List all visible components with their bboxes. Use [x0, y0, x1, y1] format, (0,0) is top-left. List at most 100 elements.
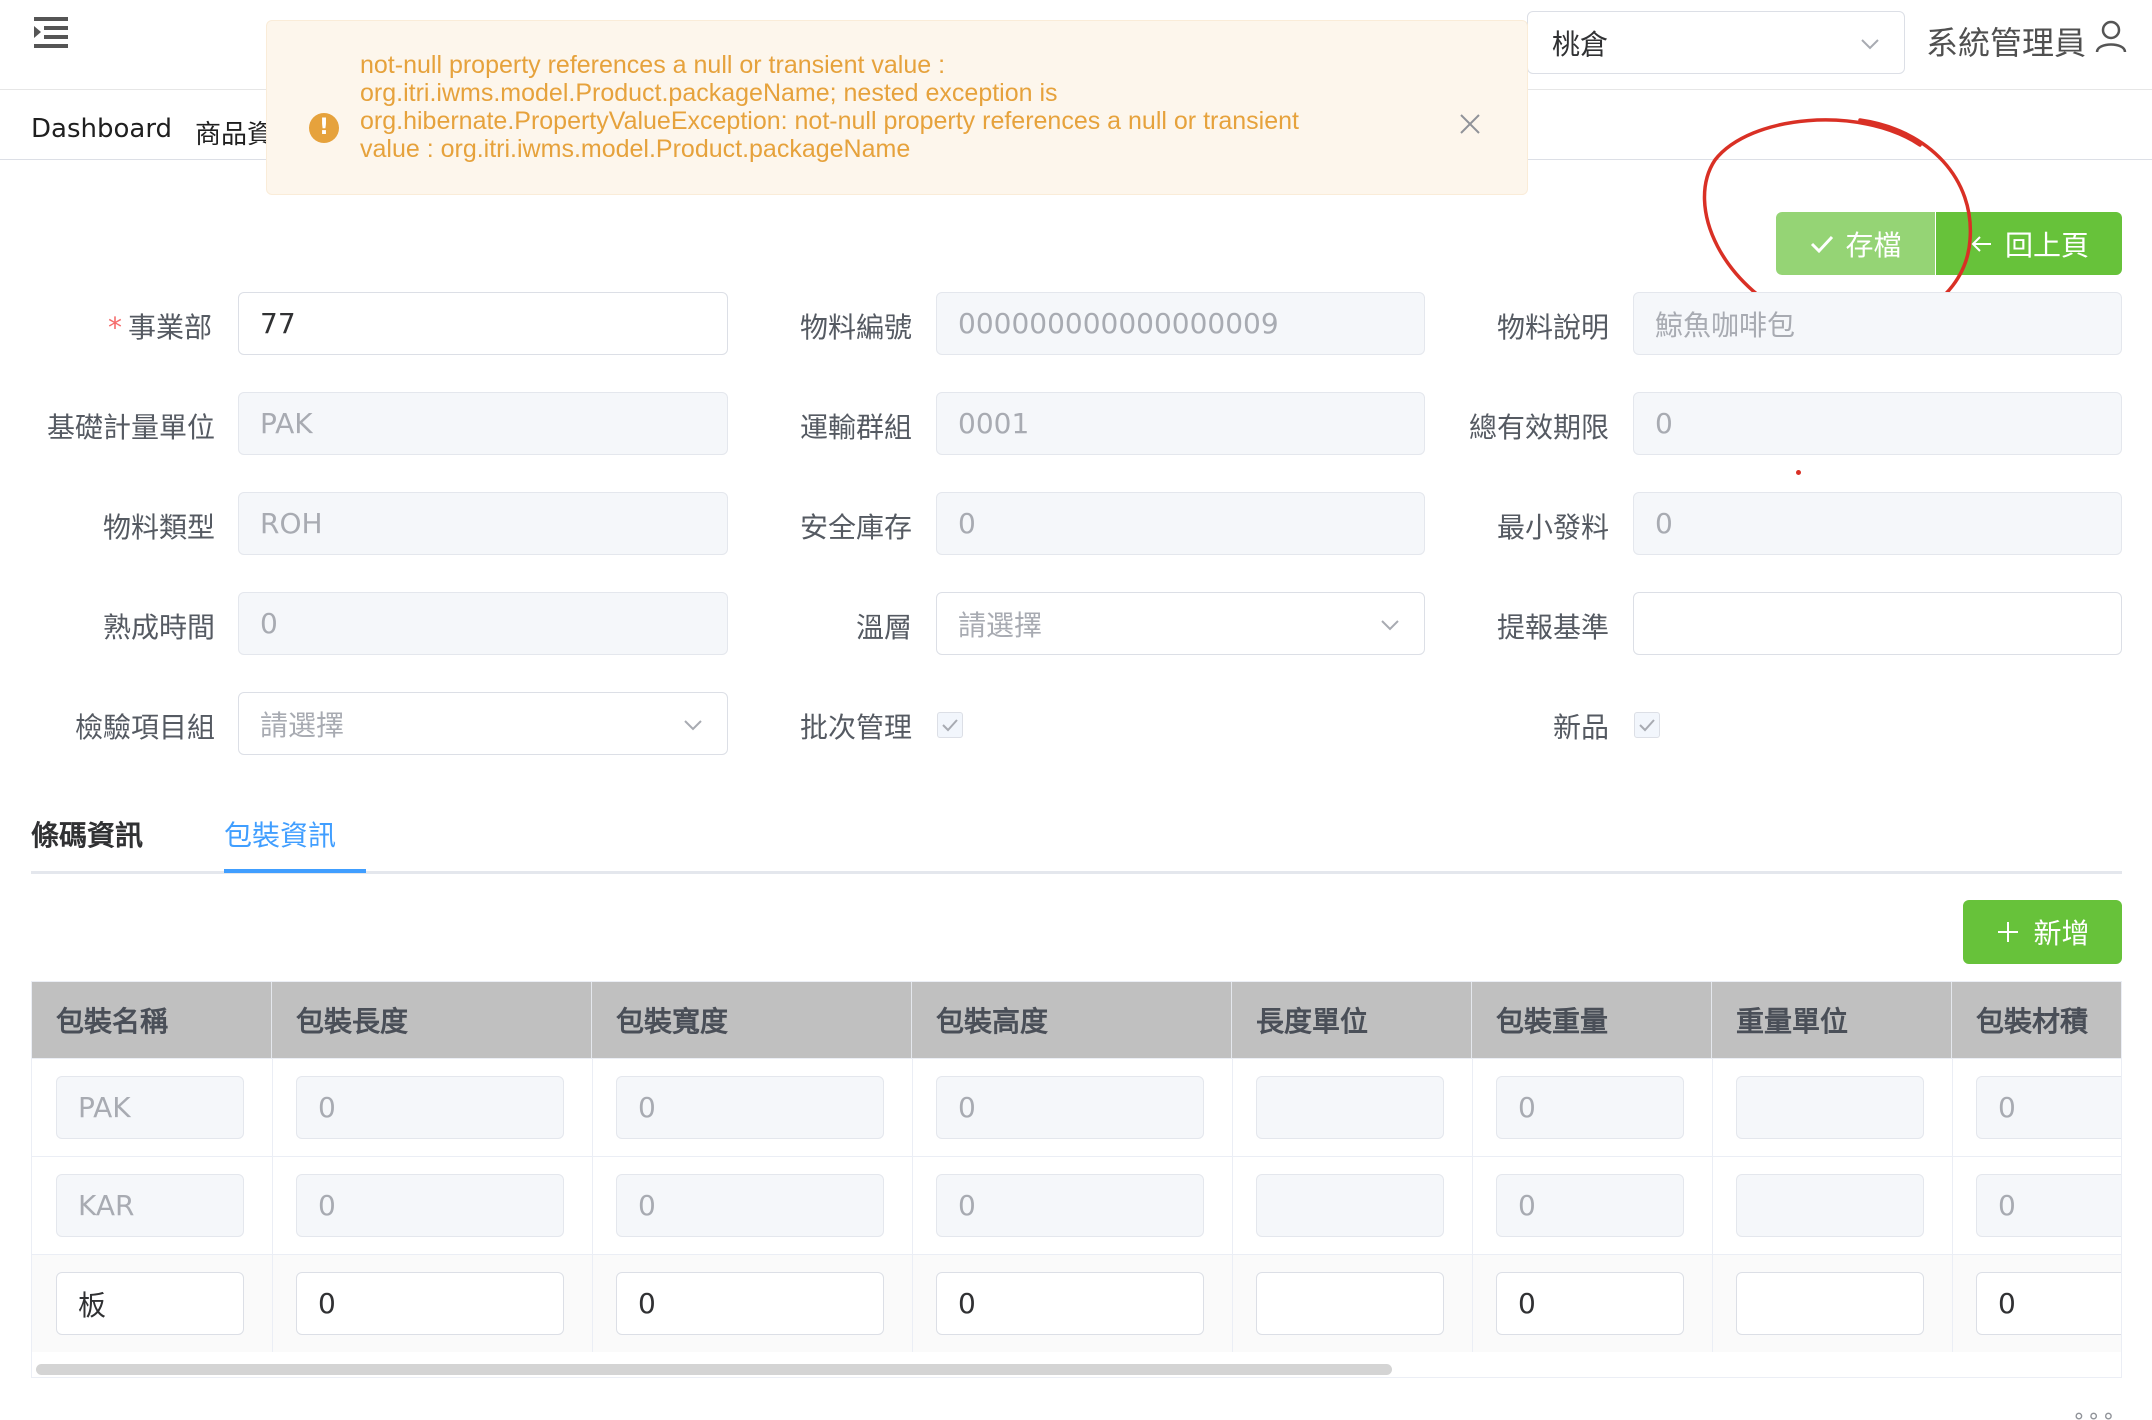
temperature-zone-placeholder: 請選擇: [958, 608, 1043, 642]
temperature-zone-select[interactable]: 請選擇: [936, 592, 1425, 655]
table-row: PAK 0 0 0 0 0: [32, 1058, 2121, 1156]
material-type-label: 物料類型: [103, 511, 216, 544]
package-weight-input[interactable]: 0: [1496, 1272, 1684, 1335]
close-icon[interactable]: [1457, 111, 1483, 137]
chevron-down-icon: [684, 720, 702, 731]
table-row: 板 0 0 0 0 0: [32, 1254, 2121, 1352]
length-unit-input[interactable]: [1256, 1272, 1444, 1335]
error-alert: ! not-null property references a null or…: [266, 20, 1528, 195]
safety-stock-input: 0: [936, 492, 1425, 555]
package-weight-input: 0: [1496, 1174, 1684, 1237]
package-name-input: KAR: [56, 1174, 244, 1237]
arrow-left-icon: [1971, 235, 1991, 252]
length-unit-input: [1256, 1174, 1444, 1237]
inspection-group-placeholder: 請選擇: [260, 708, 345, 742]
column-header: 包裝材積: [1952, 982, 2121, 1058]
chevron-down-icon: [1861, 39, 1879, 50]
package-width-input[interactable]: 0: [616, 1272, 884, 1335]
inspection-group-select[interactable]: 請選擇: [238, 692, 728, 755]
package-height-input: 0: [936, 1174, 1204, 1237]
column-header: 重量單位: [1712, 982, 1952, 1058]
package-weight-input: 0: [1496, 1076, 1684, 1139]
base-uom-label: 基礎計量單位: [47, 411, 216, 444]
material-no-input: 000000000000000009: [936, 292, 1425, 355]
plus-icon: [1998, 922, 2019, 942]
package-name-input: PAK: [56, 1076, 244, 1139]
check-icon: [1639, 719, 1655, 732]
ripening-time-input: 0: [238, 592, 728, 655]
detail-tabs: 條碼資訊 包裝資訊: [31, 800, 2122, 874]
business-unit-label: * 事業部: [108, 311, 213, 344]
check-icon: [942, 719, 958, 732]
package-width-input: 0: [616, 1076, 884, 1139]
material-type-input: ROH: [238, 492, 728, 555]
user-name[interactable]: 系統管理員: [1926, 18, 2086, 64]
total-shelf-life-input: 0: [1633, 392, 2122, 455]
package-volume-input: 0: [1976, 1076, 2121, 1139]
annotation-dot: [1796, 470, 1801, 475]
total-shelf-life-label: 總有效期限: [1469, 411, 1610, 444]
save-button-label: 存檔: [1845, 228, 1902, 262]
base-uom-input: PAK: [238, 392, 728, 455]
table-header: 包裝名稱 包裝長度 包裝寬度 包裝高度 長度單位 包裝重量 重量單位 包裝材積: [32, 982, 2121, 1058]
column-header: 包裝重量: [1472, 982, 1712, 1058]
add-package-button[interactable]: 新增: [1963, 900, 2122, 964]
package-table: 包裝名稱 包裝長度 包裝寬度 包裝高度 長度單位 包裝重量 重量單位 包裝材積 …: [31, 981, 2122, 1378]
more-icon[interactable]: ∘∘∘: [2072, 1404, 2116, 1420]
package-length-input: 0: [296, 1174, 564, 1237]
back-button-label: 回上頁: [2004, 228, 2089, 262]
user-icon[interactable]: [2094, 20, 2128, 54]
menu-toggle-icon[interactable]: [30, 14, 72, 50]
package-name-input[interactable]: 板: [56, 1272, 244, 1335]
warning-icon: !: [309, 113, 339, 143]
material-desc-label: 物料說明: [1497, 311, 1610, 344]
package-height-input[interactable]: 0: [936, 1272, 1204, 1335]
batch-mgmt-checkbox[interactable]: [937, 712, 963, 738]
package-length-input[interactable]: 0: [296, 1272, 564, 1335]
batch-mgmt-label: 批次管理: [800, 711, 913, 744]
inspection-group-label: 檢驗項目組: [75, 711, 216, 744]
report-basis-input[interactable]: [1633, 592, 2122, 655]
package-height-input: 0: [936, 1076, 1204, 1139]
alert-message: not-null property references a null or t…: [360, 51, 1299, 163]
active-tab-indicator: [224, 869, 366, 873]
column-header: 包裝名稱: [32, 982, 272, 1058]
chevron-down-icon: [1381, 620, 1399, 631]
weight-unit-input[interactable]: [1736, 1272, 1924, 1335]
temperature-zone-label: 溫層: [856, 611, 913, 644]
tag-dashboard[interactable]: Dashboard: [31, 114, 172, 144]
check-icon: [1811, 235, 1834, 253]
weight-unit-input: [1736, 1076, 1924, 1139]
tag-product-info[interactable]: 商品資: [195, 114, 273, 151]
material-desc-input: 鯨魚咖啡包: [1633, 292, 2122, 355]
warehouse-select[interactable]: 桃倉: [1527, 11, 1905, 74]
horizontal-scrollbar[interactable]: [36, 1364, 1392, 1375]
report-basis-label: 提報基準: [1497, 611, 1610, 644]
package-volume-input[interactable]: 0: [1976, 1272, 2121, 1335]
add-button-label: 新增: [2033, 917, 2090, 950]
save-button[interactable]: 存檔: [1776, 212, 1936, 275]
material-no-label: 物料編號: [800, 311, 913, 344]
transport-group-input: 0001: [936, 392, 1425, 455]
min-issue-input: 0: [1633, 492, 2122, 555]
warehouse-select-value: 桃倉: [1552, 27, 1609, 61]
safety-stock-label: 安全庫存: [800, 511, 913, 544]
tab-package-info[interactable]: 包裝資訊: [224, 814, 336, 854]
ripening-time-label: 熟成時間: [103, 611, 216, 644]
column-header: 包裝高度: [912, 982, 1232, 1058]
min-issue-label: 最小發料: [1497, 511, 1610, 544]
column-header: 包裝長度: [272, 982, 592, 1058]
package-volume-input: 0: [1976, 1174, 2121, 1237]
package-width-input: 0: [616, 1174, 884, 1237]
business-unit-input[interactable]: 77: [238, 292, 728, 355]
back-button[interactable]: 回上頁: [1936, 212, 2122, 275]
column-header: 長度單位: [1232, 982, 1472, 1058]
package-length-input: 0: [296, 1076, 564, 1139]
new-product-label: 新品: [1553, 711, 1610, 744]
new-product-checkbox[interactable]: [1634, 712, 1660, 738]
tab-barcode-info[interactable]: 條碼資訊: [31, 814, 143, 854]
table-row: KAR 0 0 0 0 0: [32, 1156, 2121, 1254]
column-header: 包裝寬度: [592, 982, 912, 1058]
transport-group-label: 運輸群組: [800, 411, 913, 444]
length-unit-input: [1256, 1076, 1444, 1139]
